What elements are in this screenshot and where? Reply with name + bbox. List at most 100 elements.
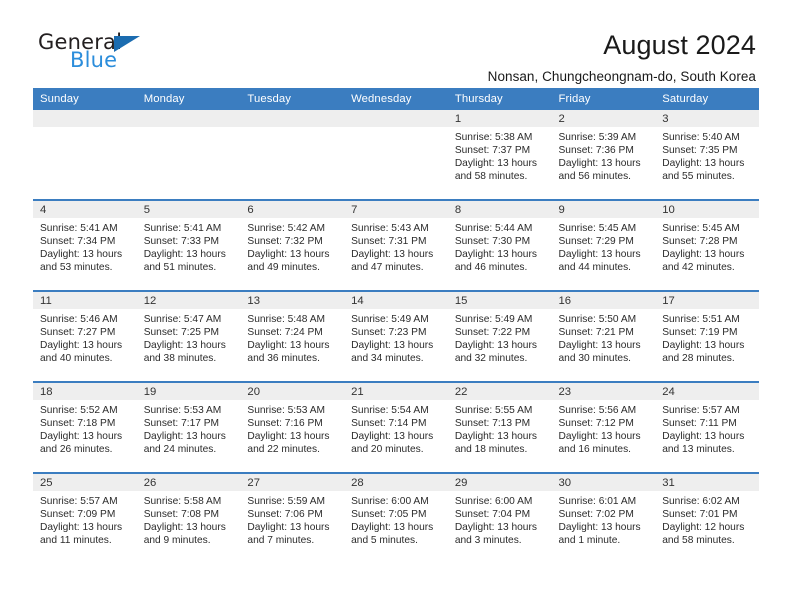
calendar-day-cell[interactable]: 19 Sunrise: 5:53 AM Sunset: 7:17 PM Dayligh… [136, 381, 241, 473]
calendar-day-cell[interactable]: 14 Sunrise: 5:49 AM Sunset: 7:23 PM Dayligh… [344, 290, 448, 382]
calendar-day-cell[interactable]: 22 Sunrise: 5:55 AM Sunset: 7:13 PM Dayligh… [447, 381, 552, 473]
day-cell-inner: 6 Sunrise: 5:42 AM Sunset: 7:32 PM Daylight… [240, 201, 345, 290]
calendar-day-cell[interactable]: 6 Sunrise: 5:42 AM Sunset: 7:32 PM Daylight… [240, 199, 345, 291]
logo-text-blue: Blue [70, 48, 118, 72]
day-number [240, 110, 345, 127]
calendar-day-cell[interactable]: 16 Sunrise: 5:50 AM Sunset: 7:21 PM Dayligh… [551, 290, 656, 382]
sunrise-text: Sunrise: 6:01 AM [558, 496, 637, 507]
day-details: Sunrise: 5:44 AM Sunset: 7:30 PM Daylight:… [448, 218, 552, 274]
sunset-text: Sunset: 7:36 PM [558, 145, 634, 157]
day-number: 13 [240, 292, 345, 309]
calendar-day-cell[interactable]: 27 Sunrise: 5:59 AM Sunset: 7:06 PM Dayligh… [240, 472, 345, 563]
sunset-text: Sunset: 7:22 PM [454, 327, 531, 339]
day-cell-inner: 11 Sunrise: 5:46 AM Sunset: 7:27 PM Dayligh… [33, 292, 137, 381]
day-cell-inner: 28 Sunrise: 6:00 AM Sunset: 7:05 PM Dayligh… [344, 474, 448, 563]
sunset-text: Sunset: 7:33 PM [143, 236, 220, 248]
daylight-text: Daylight: 13 hours and 36 minutes. [247, 340, 330, 365]
calendar-day-cell[interactable]: 9 Sunrise: 5:45 AM Sunset: 7:29 PM Daylight… [551, 199, 656, 291]
day-details: Sunrise: 5:57 AM Sunset: 7:09 PM Daylight:… [33, 491, 137, 547]
daylight-text: Daylight: 13 hours and 3 minutes. [454, 522, 537, 547]
calendar-day-cell[interactable]: 12 Sunrise: 5:47 AM Sunset: 7:25 PM Dayligh… [136, 290, 241, 382]
calendar-day-cell[interactable]: 21 Sunrise: 5:54 AM Sunset: 7:14 PM Dayligh… [344, 381, 448, 473]
calendar-cell-empty [136, 110, 241, 200]
daylight-text: Daylight: 13 hours and 5 minutes. [351, 522, 434, 547]
day-cell-inner: 17 Sunrise: 5:51 AM Sunset: 7:19 PM Dayligh… [655, 292, 759, 381]
calendar-day-cell[interactable]: 7 Sunrise: 5:43 AM Sunset: 7:31 PM Daylight… [344, 199, 448, 291]
general-blue-logo[interactable]: General Blue [36, 30, 186, 80]
sunset-text: Sunset: 7:19 PM [662, 327, 738, 339]
calendar-day-cell[interactable]: 18 Sunrise: 5:52 AM Sunset: 7:18 PM Dayligh… [33, 381, 137, 473]
day-cell-inner: 31 Sunrise: 6:02 AM Sunset: 7:01 PM Dayligh… [655, 474, 759, 563]
day-details: Sunrise: 5:41 AM Sunset: 7:34 PM Daylight:… [33, 218, 137, 274]
sunset-text: Sunset: 7:06 PM [247, 509, 323, 521]
day-cell-inner: 21 Sunrise: 5:54 AM Sunset: 7:14 PM Dayligh… [344, 383, 448, 472]
calendar-day-cell[interactable]: 1 Sunrise: 5:38 AM Sunset: 7:37 PM Daylight… [447, 110, 552, 200]
day-details: Sunrise: 5:53 AM Sunset: 7:16 PM Daylight:… [240, 400, 344, 456]
day-cell-inner: 4 Sunrise: 5:41 AM Sunset: 7:34 PM Daylight… [33, 201, 137, 290]
daylight-text: Daylight: 13 hours and 49 minutes. [247, 249, 330, 274]
day-number: 18 [33, 383, 137, 400]
sunrise-text: Sunrise: 5:48 AM [247, 314, 325, 325]
day-cell-inner: 15 Sunrise: 5:49 AM Sunset: 7:22 PM Dayligh… [447, 292, 552, 381]
day-details: Sunrise: 6:02 AM Sunset: 7:01 PM Daylight:… [655, 491, 759, 547]
calendar-day-cell[interactable]: 29 Sunrise: 6:00 AM Sunset: 7:04 PM Dayligh… [447, 472, 552, 563]
calendar-day-cell[interactable]: 5 Sunrise: 5:41 AM Sunset: 7:33 PM Daylight… [136, 199, 241, 291]
weekday-header-thursday: Thursday [447, 88, 552, 110]
calendar-day-cell[interactable]: 20 Sunrise: 5:53 AM Sunset: 7:16 PM Dayligh… [240, 381, 345, 473]
calendar-week-row: 25 Sunrise: 5:57 AM Sunset: 7:09 PM Dayligh… [33, 472, 759, 563]
calendar-header-row: Sunday Monday Tuesday Wednesday Thursday Frid… [33, 88, 759, 110]
calendar-day-cell[interactable]: 31 Sunrise: 6:02 AM Sunset: 7:01 PM Dayligh… [655, 472, 759, 563]
calendar-day-cell[interactable]: 11 Sunrise: 5:46 AM Sunset: 7:27 PM Dayligh… [33, 290, 137, 382]
day-number: 8 [447, 201, 552, 218]
day-cell-inner: 7 Sunrise: 5:43 AM Sunset: 7:31 PM Daylight… [344, 201, 448, 290]
sunset-text: Sunset: 7:09 PM [40, 509, 116, 521]
sunset-text: Sunset: 7:16 PM [247, 418, 323, 430]
calendar-day-cell[interactable]: 26 Sunrise: 5:58 AM Sunset: 7:08 PM Dayligh… [136, 472, 241, 563]
daylight-text: Daylight: 13 hours and 11 minutes. [40, 522, 123, 547]
weekday-header-tuesday: Tuesday [240, 88, 345, 110]
day-cell-inner: 12 Sunrise: 5:47 AM Sunset: 7:25 PM Dayligh… [136, 292, 241, 381]
sunrise-text: Sunrise: 5:46 AM [40, 314, 118, 325]
title-block: August 2024 Nonsan, Chungcheongnam-do, S… [488, 30, 756, 84]
sunrise-text: Sunrise: 5:53 AM [143, 405, 222, 416]
sunset-text: Sunset: 7:05 PM [351, 509, 427, 521]
day-details: Sunrise: 5:49 AM Sunset: 7:22 PM Daylight:… [448, 309, 552, 365]
sunset-text: Sunset: 7:32 PM [247, 236, 323, 248]
daylight-text: Daylight: 13 hours and 1 minute. [558, 522, 641, 547]
calendar-day-cell[interactable]: 28 Sunrise: 6:00 AM Sunset: 7:05 PM Dayligh… [344, 472, 448, 563]
day-cell-inner: 10 Sunrise: 5:45 AM Sunset: 7:28 PM Dayligh… [655, 201, 759, 290]
day-number: 1 [447, 110, 552, 127]
sunrise-text: Sunrise: 5:49 AM [454, 314, 533, 325]
sunrise-text: Sunrise: 5:43 AM [351, 223, 429, 234]
day-cell-inner: 25 Sunrise: 5:57 AM Sunset: 7:09 PM Dayligh… [33, 474, 137, 563]
calendar-day-cell[interactable]: 17 Sunrise: 5:51 AM Sunset: 7:19 PM Dayligh… [655, 290, 759, 382]
sunrise-sunset-calendar: Sunday Monday Tuesday Wednesday Thursday Frid… [33, 88, 759, 563]
calendar-cell-empty [344, 110, 448, 200]
day-cell-inner: 14 Sunrise: 5:49 AM Sunset: 7:23 PM Dayligh… [344, 292, 448, 381]
day-details: Sunrise: 5:47 AM Sunset: 7:25 PM Daylight:… [137, 309, 241, 365]
day-number: 27 [240, 474, 345, 491]
calendar-day-cell[interactable]: 15 Sunrise: 5:49 AM Sunset: 7:22 PM Dayligh… [447, 290, 552, 382]
day-details: Sunrise: 6:00 AM Sunset: 7:05 PM Daylight:… [344, 491, 448, 547]
calendar-day-cell[interactable]: 3 Sunrise: 5:40 AM Sunset: 7:35 PM Daylight… [655, 110, 759, 200]
calendar-day-cell[interactable]: 10 Sunrise: 5:45 AM Sunset: 7:28 PM Dayligh… [655, 199, 759, 291]
day-number: 26 [136, 474, 241, 491]
calendar-day-cell[interactable]: 8 Sunrise: 5:44 AM Sunset: 7:30 PM Daylight… [447, 199, 552, 291]
sunrise-text: Sunrise: 5:45 AM [558, 223, 637, 234]
page-header: General Blue August 2024 Nonsan, Chungch… [0, 0, 792, 84]
sunset-text: Sunset: 7:12 PM [558, 418, 634, 430]
day-details: Sunrise: 5:40 AM Sunset: 7:35 PM Daylight:… [655, 127, 759, 183]
sunrise-text: Sunrise: 5:55 AM [454, 405, 533, 416]
day-cell-inner: 3 Sunrise: 5:40 AM Sunset: 7:35 PM Daylight… [655, 110, 759, 199]
calendar-day-cell[interactable]: 23 Sunrise: 5:56 AM Sunset: 7:12 PM Dayligh… [551, 381, 656, 473]
calendar-day-cell[interactable]: 24 Sunrise: 5:57 AM Sunset: 7:11 PM Dayligh… [655, 381, 759, 473]
calendar-day-cell[interactable]: 25 Sunrise: 5:57 AM Sunset: 7:09 PM Dayligh… [33, 472, 137, 563]
calendar-day-cell[interactable]: 13 Sunrise: 5:48 AM Sunset: 7:24 PM Dayligh… [240, 290, 345, 382]
sunset-text: Sunset: 7:27 PM [40, 327, 116, 339]
day-number [344, 110, 448, 127]
sunrise-text: Sunrise: 5:41 AM [40, 223, 118, 234]
calendar-day-cell[interactable]: 30 Sunrise: 6:01 AM Sunset: 7:02 PM Dayligh… [551, 472, 656, 563]
calendar-day-cell[interactable]: 2 Sunrise: 5:39 AM Sunset: 7:36 PM Daylight… [551, 110, 656, 200]
calendar-day-cell[interactable]: 4 Sunrise: 5:41 AM Sunset: 7:34 PM Daylight… [33, 199, 137, 291]
day-details: Sunrise: 5:54 AM Sunset: 7:14 PM Daylight:… [344, 400, 448, 456]
